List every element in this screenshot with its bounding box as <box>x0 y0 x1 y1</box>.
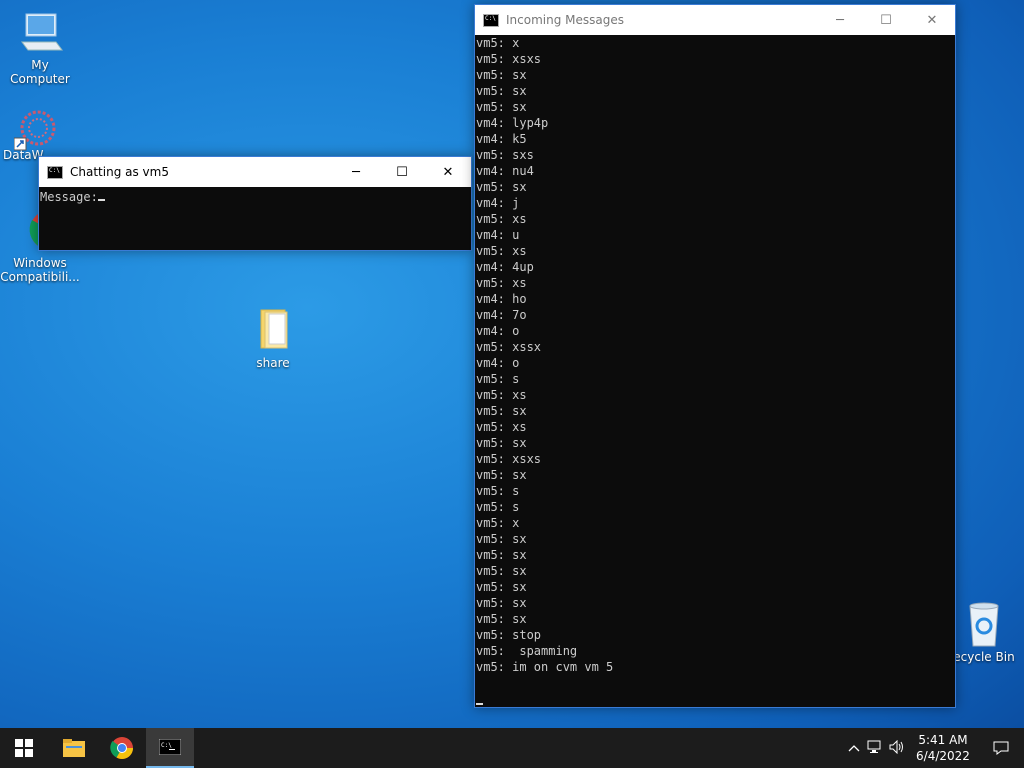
message-line: vm5: x <box>476 36 520 50</box>
message-line: vm4: nu4 <box>476 164 534 178</box>
window-title: Chatting as vm5 <box>70 165 169 179</box>
computer-icon <box>16 8 64 56</box>
clock[interactable]: 5:41 AM 6/4/2022 <box>908 732 978 764</box>
message-line: vm5: sxs <box>476 148 534 162</box>
clock-date: 6/4/2022 <box>916 749 970 763</box>
message-line: vm5: xs <box>476 388 527 402</box>
desktop-icon-label: Windows Compatibili... <box>0 256 80 284</box>
message-line: vm4: 7o <box>476 308 527 322</box>
command-prompt-icon <box>47 165 63 179</box>
message-line: vm5: xs <box>476 276 527 290</box>
message-line: vm5: sx <box>476 100 527 114</box>
message-line: vm5: sx <box>476 68 527 82</box>
desktop-icon-recycle-bin[interactable]: ecycle Bin <box>944 600 1024 664</box>
folder-icon <box>63 739 85 757</box>
message-line: vm5: xsxs <box>476 52 542 66</box>
chevron-up-icon[interactable] <box>844 740 864 756</box>
maximize-button[interactable]: ☐ <box>863 5 909 35</box>
start-button[interactable] <box>0 728 48 768</box>
taskbar-file-explorer[interactable] <box>50 728 98 768</box>
close-button[interactable]: ✕ <box>425 157 471 187</box>
incoming-messages-window[interactable]: Incoming Messages ─ ☐ ✕ vm5: xvm5: xsxsv… <box>474 4 956 708</box>
taskbar-command-prompt[interactable]: C:\ <box>146 728 194 768</box>
message-line: vm4: j <box>476 196 520 210</box>
network-icon[interactable] <box>864 739 886 758</box>
message-line: vm5: im on cvm vm 5 <box>476 660 614 674</box>
message-line: vm5: sx <box>476 548 527 562</box>
message-line: vm5: sx <box>476 84 527 98</box>
message-line: vm5: sx <box>476 564 527 578</box>
message-line: vm5: sx <box>476 436 527 450</box>
message-line: vm5: sx <box>476 532 527 546</box>
volume-icon[interactable] <box>886 739 908 758</box>
message-line: vm5: xs <box>476 212 527 226</box>
desktop-icon-label: share <box>256 356 290 370</box>
svg-text:C:\: C:\ <box>161 742 172 749</box>
maximize-button[interactable]: ☐ <box>379 157 425 187</box>
chrome-icon <box>110 737 133 759</box>
command-prompt-icon <box>483 13 499 27</box>
minimize-button[interactable]: ─ <box>817 5 863 35</box>
message-line: vm5: x <box>476 516 520 530</box>
folder-icon <box>249 306 297 354</box>
message-prompt: Message: <box>40 190 98 204</box>
message-line: vm5: sx <box>476 180 527 194</box>
notification-icon[interactable] <box>978 740 1024 756</box>
chat-window-titlebar[interactable]: Chatting as vm5 ─ ☐ ✕ <box>39 157 471 187</box>
message-line: vm4: o <box>476 324 520 338</box>
message-line: vm4: k5 <box>476 132 527 146</box>
desktop-icon-share[interactable]: share <box>233 306 313 370</box>
desktop-icon-my-computer[interactable]: My Computer <box>0 8 80 86</box>
message-line: vm5: sx <box>476 580 527 594</box>
message-line: vm5: xssx <box>476 340 542 354</box>
message-line: vm5: s <box>476 484 520 498</box>
system-tray: 5:41 AM 6/4/2022 <box>844 728 1024 768</box>
message-line: vm5: xsxs <box>476 452 542 466</box>
message-log: vm5: x vm5: xsxs vm5: sx vm5: sx vm5: sx vm4:… <box>475 35 955 675</box>
message-line: vm5: stop <box>476 628 542 642</box>
text-cursor <box>476 703 483 705</box>
datawrapper-icon <box>13 106 62 154</box>
message-line: vm5: s <box>476 372 520 386</box>
minimize-button[interactable]: ─ <box>333 157 379 187</box>
command-prompt-icon: C:\ <box>159 739 181 755</box>
message-line: vm5: sx <box>476 404 527 418</box>
message-line: vm5: xs <box>476 420 527 434</box>
clock-time: 5:41 AM <box>918 733 968 747</box>
message-line: vm5: xs <box>476 244 527 258</box>
windows-logo-icon <box>15 739 33 757</box>
text-cursor <box>97 199 105 201</box>
close-button[interactable]: ✕ <box>909 5 955 35</box>
message-input-area[interactable]: Message: <box>39 187 471 205</box>
chat-window[interactable]: Chatting as vm5 ─ ☐ ✕ Message: <box>38 156 472 251</box>
desktop-icon-label: ecycle Bin <box>953 650 1015 664</box>
message-line: vm4: 4up <box>476 260 534 274</box>
message-line: vm4: ho <box>476 292 527 306</box>
message-line: vm4: lyp4p <box>476 116 549 130</box>
message-line: vm4: o <box>476 356 520 370</box>
taskbar-chrome[interactable] <box>98 728 146 768</box>
window-title: Incoming Messages <box>506 13 624 27</box>
message-line: vm5: sx <box>476 612 527 626</box>
message-line: vm5: sx <box>476 468 527 482</box>
incoming-window-titlebar[interactable]: Incoming Messages ─ ☐ ✕ <box>475 5 955 35</box>
desktop-icon-label: My Computer <box>10 58 70 86</box>
desktop-icon-dataw[interactable]: DataW <box>0 106 56 162</box>
recycle-bin-icon <box>960 600 1008 648</box>
message-line: vm5: s <box>476 500 520 514</box>
message-line: vm5: spamming <box>476 644 578 658</box>
taskbar: C:\ 5:41 AM 6/4/2022 <box>0 728 1024 768</box>
message-line: vm4: u <box>476 228 520 242</box>
message-line: vm5: sx <box>476 596 527 610</box>
